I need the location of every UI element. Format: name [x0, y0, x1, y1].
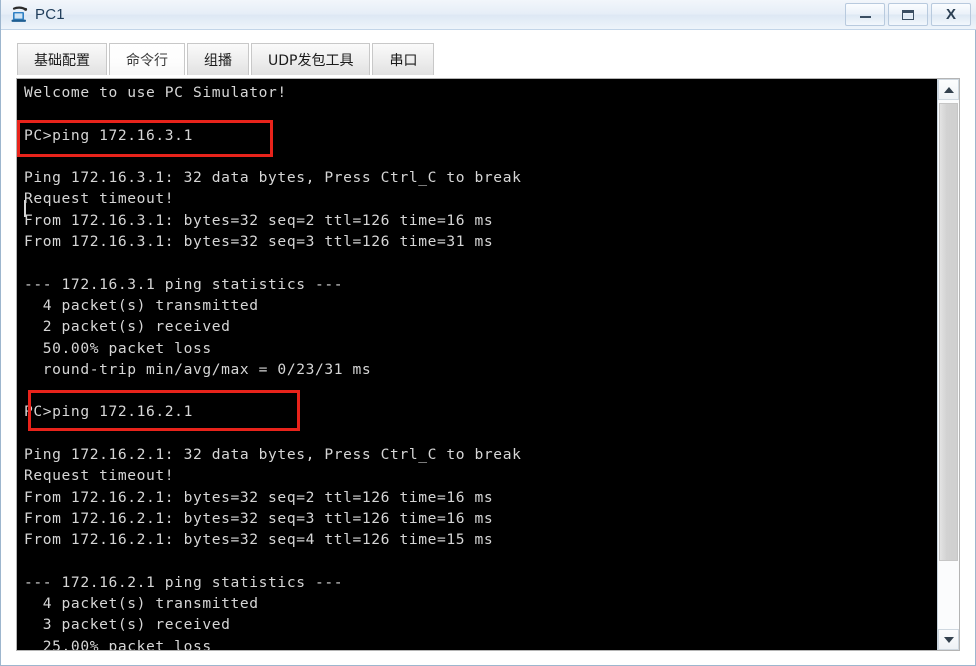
tab-basic-config[interactable]: 基础配置: [17, 43, 107, 75]
maximize-button[interactable]: [888, 3, 928, 26]
window-controls: X: [842, 3, 971, 26]
minimize-button[interactable]: [845, 3, 885, 26]
tab-command-line[interactable]: 命令行: [109, 43, 185, 75]
chevron-up-icon: [943, 86, 954, 93]
console-panel: Welcome to use PC Simulator! PC>ping 172…: [16, 78, 960, 651]
tab-serial-port-label: 串口: [389, 52, 418, 69]
tab-basic-config-label: 基础配置: [34, 52, 90, 69]
console-scrollbar[interactable]: [937, 79, 959, 650]
close-icon: X: [945, 6, 956, 23]
minimize-icon: [859, 16, 871, 18]
pc1-window: PC1 X 基础配置 命令行 组播 UDP发包工具 串口 Welcome to …: [0, 0, 976, 666]
window-title: PC1: [35, 6, 65, 23]
text-caret: [24, 200, 26, 217]
window-titlebar[interactable]: PC1 X: [1, 0, 976, 30]
tab-strip: 基础配置 命令行 组播 UDP发包工具 串口: [1, 31, 975, 78]
tab-multicast[interactable]: 组播: [187, 43, 249, 75]
tab-multicast-label: 组播: [204, 52, 232, 69]
tab-udp-sender-label: UDP发包工具: [268, 52, 354, 69]
maximize-icon: [902, 9, 914, 20]
close-button[interactable]: X: [931, 3, 971, 26]
scrollbar-thumb[interactable]: [939, 103, 958, 561]
tab-list: 基础配置 命令行 组播 UDP发包工具 串口: [17, 43, 436, 75]
tab-udp-sender[interactable]: UDP发包工具: [251, 43, 371, 75]
chevron-down-icon: [943, 636, 954, 643]
console-output[interactable]: Welcome to use PC Simulator! PC>ping 172…: [17, 79, 937, 650]
pc-device-icon: [10, 6, 30, 24]
tab-command-line-label: 命令行: [126, 52, 168, 69]
console-text: Welcome to use PC Simulator! PC>ping 172…: [24, 84, 522, 650]
scroll-down-button[interactable]: [938, 629, 959, 650]
tab-serial-port[interactable]: 串口: [372, 43, 435, 75]
scroll-up-button[interactable]: [938, 79, 959, 100]
